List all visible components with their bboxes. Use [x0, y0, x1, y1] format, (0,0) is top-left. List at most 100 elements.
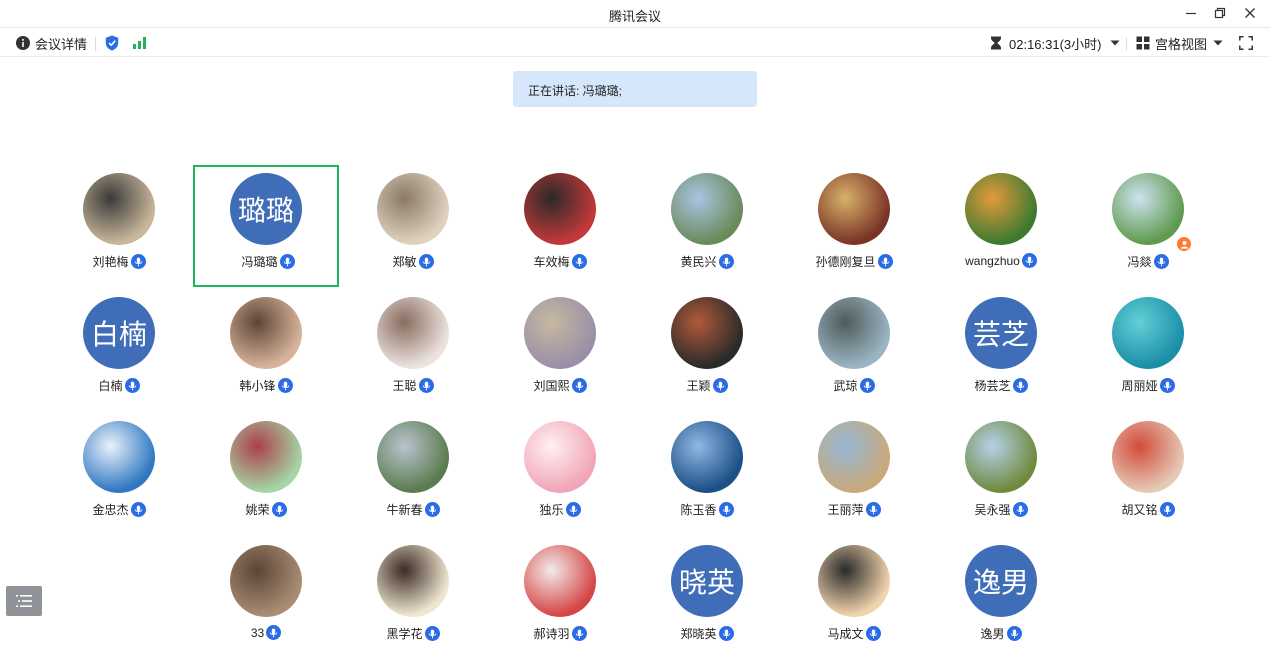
avatar: [377, 173, 449, 245]
participant-tile[interactable]: 郑敏: [340, 165, 486, 287]
participant-tile[interactable]: 刘艳梅: [46, 165, 192, 287]
view-mode-button[interactable]: 宫格视图: [1136, 33, 1223, 53]
microphone-icon: [877, 254, 893, 269]
security-shield[interactable]: [105, 33, 119, 53]
participant-tile[interactable]: 冯燚: [1075, 165, 1221, 287]
participant-name-row: 车效梅: [487, 253, 633, 270]
participant-tile[interactable]: wangzhuo: [928, 165, 1074, 287]
participant-tile[interactable]: 白楠 白楠: [46, 289, 192, 411]
participant-name: 王颖: [686, 379, 711, 393]
participant-list-toggle-button[interactable]: [6, 586, 42, 616]
participant-tile[interactable]: 金忠杰: [46, 413, 192, 535]
participant-tile[interactable]: 刘国熙: [487, 289, 633, 411]
microphone-icon: [1006, 626, 1022, 641]
participant-tile[interactable]: 孙德刚复旦: [781, 165, 927, 287]
participant-tile[interactable]: 独乐: [487, 413, 633, 535]
participant-tile[interactable]: 车效梅: [487, 165, 633, 287]
participant-tile[interactable]: 晓英 郑晓英: [634, 537, 780, 658]
participant-tile[interactable]: 芸芝杨芸芝: [928, 289, 1074, 411]
participant-name-row: 独乐: [487, 501, 633, 518]
network-signal[interactable]: [132, 33, 148, 53]
active-speaker-banner: 正在讲话: 冯璐璐;: [513, 71, 757, 107]
participant-tile[interactable]: 王颖: [634, 289, 780, 411]
participant-name-row: 白楠: [46, 377, 192, 394]
close-button[interactable]: [1238, 3, 1262, 23]
participant-name-row: 黄民兴: [634, 253, 780, 270]
avatar: [671, 421, 743, 493]
microphone-icon: [571, 378, 587, 393]
participant-name: 王丽萍: [827, 503, 864, 517]
microphone-icon: [418, 254, 434, 269]
participant-name-row: 王颖: [634, 377, 780, 394]
participant-tile[interactable]: 璐璐 冯璐璐: [193, 165, 339, 287]
microphone-icon: [124, 378, 140, 393]
restore-icon: [1214, 7, 1226, 19]
participant-tile[interactable]: 33: [193, 537, 339, 658]
participant-name-row: 王聪: [340, 377, 486, 394]
participant-tile[interactable]: 郝诗羽: [487, 537, 633, 658]
microphone-icon: [130, 254, 146, 269]
fullscreen-button[interactable]: [1239, 33, 1253, 53]
microphone-icon: [1012, 378, 1028, 393]
participant-tile[interactable]: 陈玉香: [634, 413, 780, 535]
participant-tile[interactable]: 周丽娅: [1075, 289, 1221, 411]
participant-name: 胡又铭: [1121, 503, 1158, 517]
avatar: [524, 297, 596, 369]
participant-tile[interactable]: 牛新春: [340, 413, 486, 535]
microphone-icon: [1012, 502, 1028, 517]
participant-tile[interactable]: 马成文: [781, 537, 927, 658]
avatar: [818, 421, 890, 493]
participant-tile[interactable]: 王聪: [340, 289, 486, 411]
participant-name: 周丽娅: [1121, 379, 1158, 393]
host-icon: [1176, 236, 1192, 252]
participant-tile[interactable]: 黑学花: [340, 537, 486, 658]
meeting-timer[interactable]: 02:16:31(3小时): [990, 33, 1120, 53]
participant-name: 姚荣: [245, 503, 270, 517]
avatar: [524, 421, 596, 493]
participant-tile[interactable]: 黄民兴: [634, 165, 780, 287]
microphone-icon: [571, 254, 587, 269]
avatar: [671, 173, 743, 245]
microphone-icon: [1159, 378, 1175, 393]
participant-name: 孙德刚复旦: [815, 255, 876, 269]
participant-tile[interactable]: 逸男 逸男: [928, 537, 1074, 658]
avatar: [1112, 173, 1184, 245]
participant-name: 杨芸芝: [974, 379, 1011, 393]
microphone-icon: [1153, 254, 1169, 269]
participant-tile[interactable]: 王丽萍: [781, 413, 927, 535]
microphone-icon: [571, 626, 587, 641]
avatar: [230, 297, 302, 369]
participant-name: 韩小锋: [239, 379, 276, 393]
participant-name: 黄民兴: [680, 255, 717, 269]
participant-tile[interactable]: 吴永强: [928, 413, 1074, 535]
meeting-toolbar: 会议详情 02:16:31(3小时) 宫格视图: [0, 29, 1270, 57]
avatar-initials: 逸男: [972, 566, 1029, 599]
avatar: 芸芝: [965, 297, 1037, 369]
fullscreen-icon: [1239, 36, 1253, 50]
participant-name: 金忠杰: [92, 503, 129, 517]
restore-button[interactable]: [1208, 3, 1232, 23]
participant-tile[interactable]: 姚荣: [193, 413, 339, 535]
avatar-initials: 白楠: [90, 318, 147, 351]
microphone-icon: [130, 502, 146, 517]
participant-grid: 刘艳梅 璐璐 冯璐璐 郑敏 车效梅 黄民兴 孙德刚复旦 wangzhuo 冯燚 白楠 白楠 韩小锋 王聪…: [46, 165, 1222, 655]
participant-name: 吴永强: [974, 503, 1011, 517]
participant-tile[interactable]: 韩小锋: [193, 289, 339, 411]
avatar: [965, 173, 1037, 245]
participant-name-row: 牛新春: [340, 501, 486, 518]
microphone-icon: [424, 626, 440, 641]
view-mode-label: 宫格视图: [1155, 36, 1208, 52]
participant-tile[interactable]: 武琼: [781, 289, 927, 411]
avatar: [818, 297, 890, 369]
microphone-icon: [718, 626, 734, 641]
participant-name: 陈玉香: [680, 503, 717, 517]
participant-name: 白楠: [98, 379, 123, 393]
meeting-details-button[interactable]: 会议详情: [16, 33, 87, 53]
avatar: 璐璐: [230, 173, 302, 245]
participant-tile[interactable]: 胡又铭: [1075, 413, 1221, 535]
participant-name-row: 黑学花: [340, 625, 486, 642]
participant-name-row: 周丽娅: [1075, 377, 1221, 394]
avatar: [1112, 297, 1184, 369]
avatar-initials: 晓英: [678, 566, 735, 599]
minimize-button[interactable]: [1179, 3, 1203, 23]
